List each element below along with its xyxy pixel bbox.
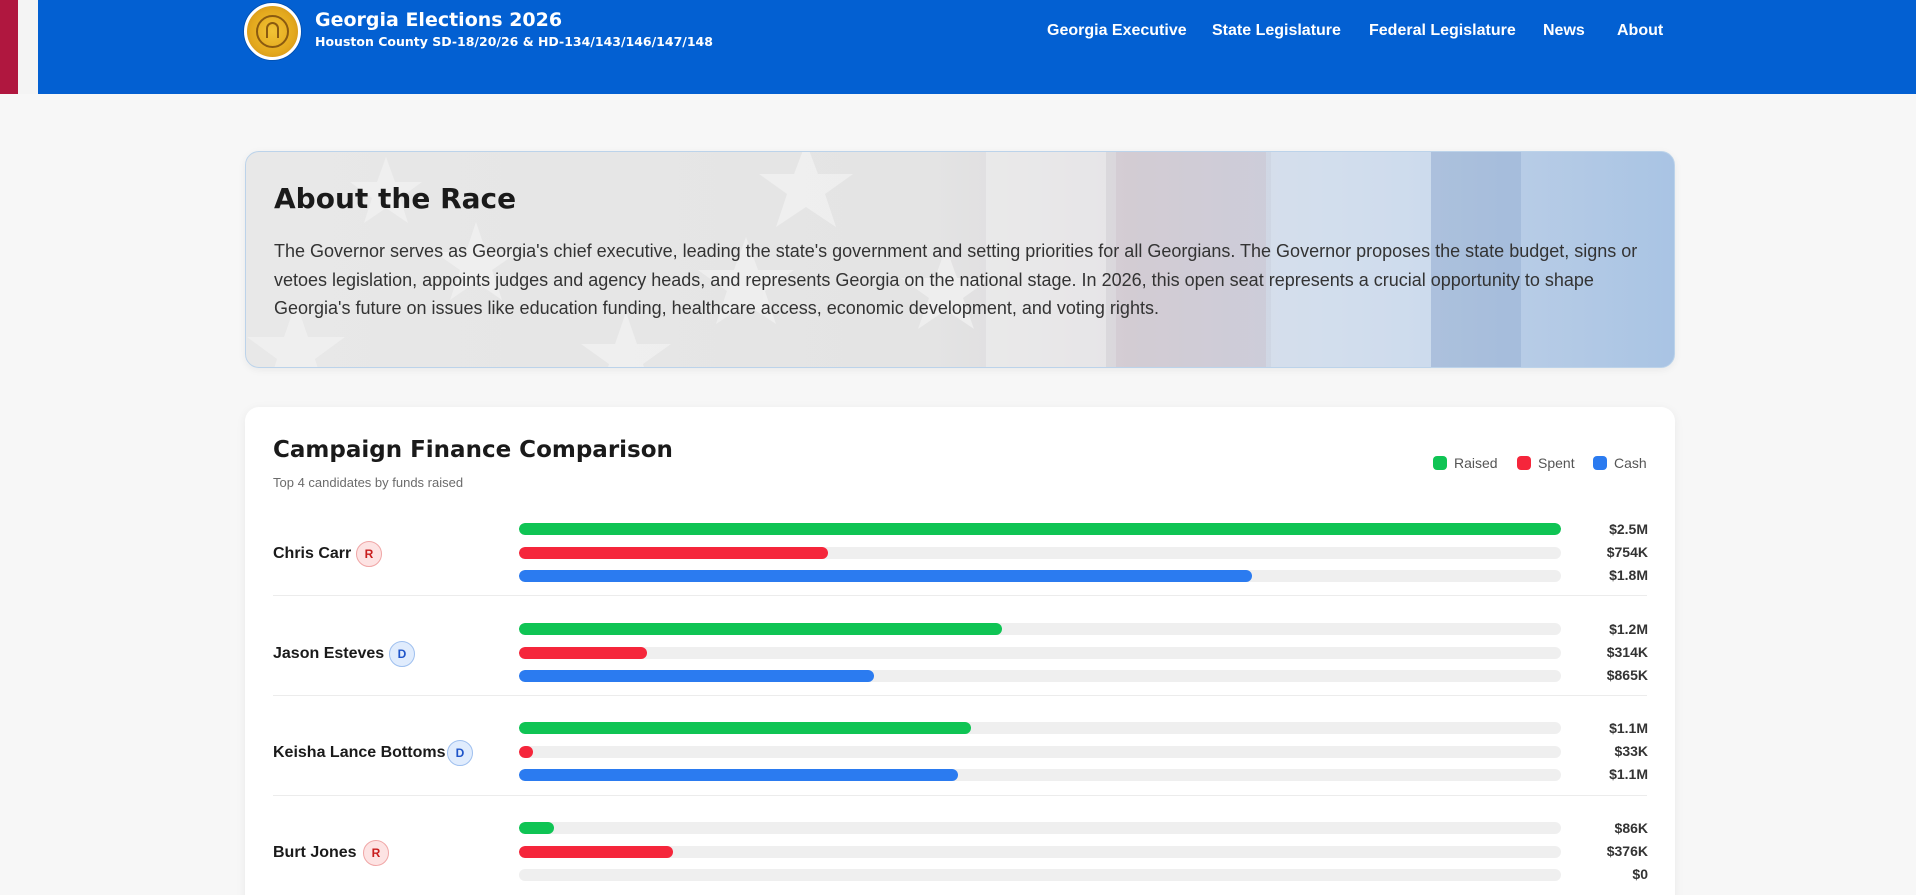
site-title[interactable]: Georgia Elections 2026 bbox=[315, 9, 562, 31]
nav-federal-legislature[interactable]: Federal Legislature bbox=[1369, 22, 1516, 40]
row-divider bbox=[273, 595, 1647, 596]
cash-amount: $865K bbox=[1606, 667, 1648, 683]
nav-about[interactable]: About bbox=[1617, 22, 1663, 40]
finance-subtitle: Top 4 candidates by funds raised bbox=[273, 475, 464, 490]
finance-title: Campaign Finance Comparison bbox=[273, 437, 673, 463]
raised-bar-track bbox=[519, 623, 1561, 635]
raised-bar-track bbox=[519, 822, 1561, 834]
cash-bar-track bbox=[519, 869, 1561, 881]
spent-bar-track bbox=[519, 746, 1561, 758]
party-badge: D bbox=[389, 641, 415, 667]
spent-bar bbox=[519, 746, 533, 758]
spent-bar-track bbox=[519, 547, 1561, 559]
spent-bar-track bbox=[519, 846, 1561, 858]
spent-amount: $754K bbox=[1606, 544, 1648, 560]
spent-bar-track bbox=[519, 647, 1561, 659]
spent-bar bbox=[519, 647, 648, 659]
spent-bar bbox=[519, 547, 829, 559]
cash-bar-track bbox=[519, 570, 1561, 582]
spent-bar bbox=[519, 846, 674, 858]
spent-amount: $33K bbox=[1614, 743, 1648, 759]
raised-amount: $86K bbox=[1614, 820, 1648, 836]
cash-bar bbox=[519, 670, 875, 682]
flag-stripe-red bbox=[0, 0, 18, 94]
candidate-name: Keisha Lance Bottoms bbox=[273, 744, 446, 761]
nav-state-legislature[interactable]: State Legislature bbox=[1212, 22, 1341, 40]
about-race-card: About the Race The Governor serves as Ge… bbox=[245, 151, 1675, 368]
spent-amount: $376K bbox=[1606, 843, 1648, 859]
nav-georgia-executive[interactable]: Georgia Executive bbox=[1047, 22, 1187, 40]
nav-news[interactable]: News bbox=[1543, 22, 1585, 40]
site-subtitle: Houston County SD-18/20/26 & HD-134/143/… bbox=[315, 34, 713, 49]
raised-bar-track bbox=[519, 722, 1561, 734]
legend-spent: Spent bbox=[1517, 455, 1575, 471]
cash-bar bbox=[519, 570, 1252, 582]
cash-amount: $1.8M bbox=[1609, 567, 1648, 583]
about-title: About the Race bbox=[274, 182, 517, 215]
about-description: The Governor serves as Georgia's chief e… bbox=[274, 241, 1638, 318]
raised-amount: $1.1M bbox=[1609, 720, 1648, 736]
raised-bar-track bbox=[519, 523, 1561, 535]
row-divider bbox=[273, 795, 1647, 796]
legend-spent-label: Spent bbox=[1538, 455, 1575, 471]
raised-bar bbox=[519, 822, 555, 834]
legend-raised-label: Raised bbox=[1454, 455, 1498, 471]
candidate-name: Burt Jones bbox=[273, 844, 357, 861]
row-divider bbox=[273, 695, 1647, 696]
party-badge: D bbox=[447, 740, 473, 766]
raised-bar bbox=[519, 523, 1561, 535]
cash-bar-track bbox=[519, 769, 1561, 781]
legend-cash: Cash bbox=[1593, 455, 1647, 471]
cash-amount: $0 bbox=[1632, 866, 1648, 882]
flag-stripe-white bbox=[18, 0, 38, 94]
candidate-name: Jason Esteves bbox=[273, 645, 385, 662]
seal-arch-icon bbox=[266, 22, 279, 38]
legend-cash-swatch bbox=[1593, 456, 1607, 470]
spent-amount: $314K bbox=[1606, 644, 1648, 660]
legend-raised: Raised bbox=[1433, 455, 1498, 471]
raised-amount: $2.5M bbox=[1609, 521, 1648, 537]
legend-cash-label: Cash bbox=[1614, 455, 1647, 471]
legend-raised-swatch bbox=[1433, 456, 1447, 470]
party-badge: R bbox=[356, 541, 382, 567]
cash-bar bbox=[519, 769, 958, 781]
campaign-finance-card: Campaign Finance Comparison Top 4 candid… bbox=[245, 407, 1675, 895]
raised-amount: $1.2M bbox=[1609, 621, 1648, 637]
cash-bar-track bbox=[519, 670, 1561, 682]
legend-spent-swatch bbox=[1517, 456, 1531, 470]
cash-amount: $1.1M bbox=[1609, 766, 1648, 782]
raised-bar bbox=[519, 722, 972, 734]
site-header: Georgia Elections 2026 Houston County SD… bbox=[0, 0, 1916, 94]
party-badge: R bbox=[363, 840, 389, 866]
georgia-seal-logo[interactable] bbox=[244, 3, 301, 60]
candidate-name: Chris Carr bbox=[273, 545, 352, 562]
raised-bar bbox=[519, 623, 1003, 635]
